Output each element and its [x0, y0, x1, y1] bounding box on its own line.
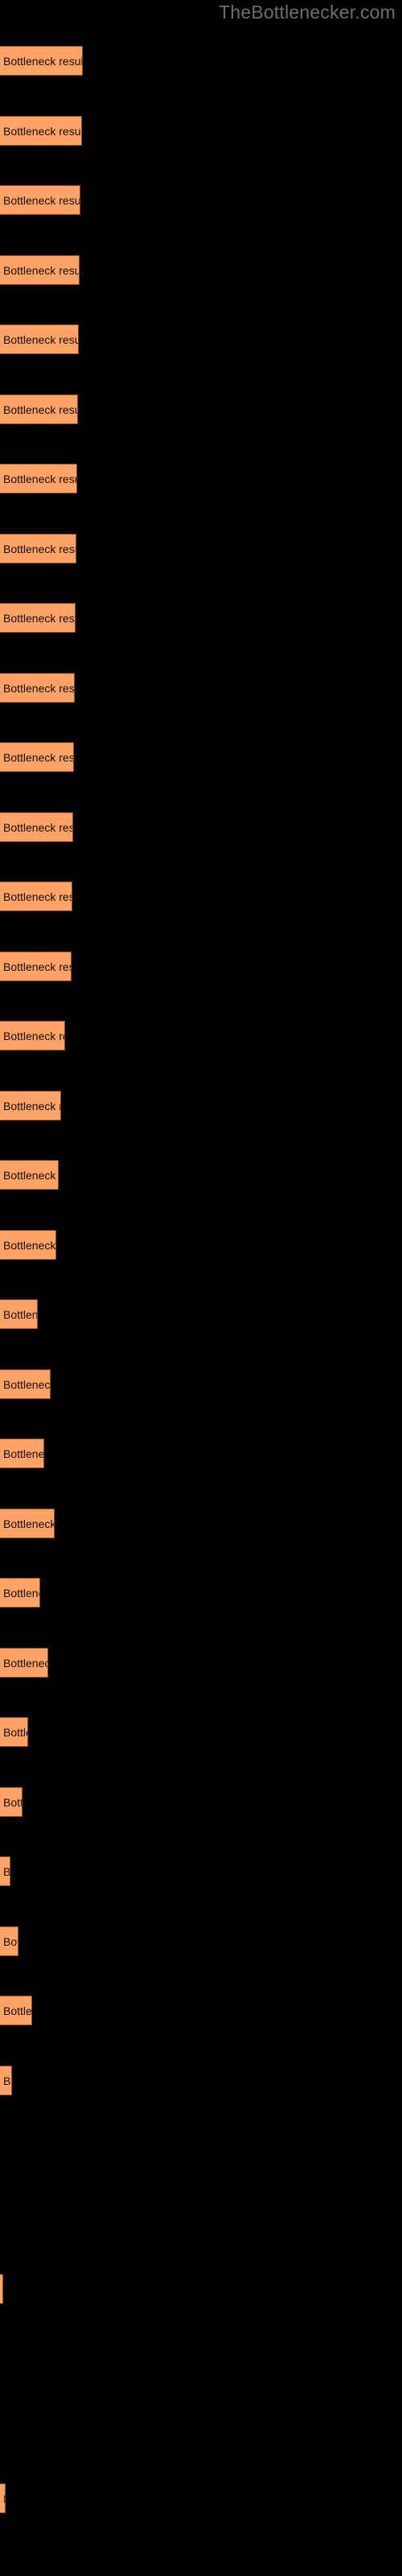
- bar[interactable]: Bottleneck result: [0, 1299, 38, 1329]
- bar-label: Bottleneck result: [3, 1795, 22, 1809]
- bar-label: Bottleneck result: [3, 1308, 38, 1321]
- bar[interactable]: Bottleneck result: [0, 1856, 10, 1886]
- bar-label: Bottleneck result: [3, 1587, 39, 1600]
- bar[interactable]: Bottleneck result: [0, 2065, 12, 2095]
- bar-label: Bottleneck result: [3, 1099, 60, 1113]
- bar-label: Bottleneck result: [3, 751, 74, 764]
- bar[interactable]: Bottleneck result: [0, 254, 80, 285]
- bar[interactable]: Bottleneck result: [0, 1647, 48, 1678]
- bar[interactable]: Bottleneck result: [0, 185, 80, 215]
- bar-label: Bottleneck result: [3, 1517, 55, 1530]
- bar[interactable]: Bottleneck result: [0, 324, 79, 354]
- bar-label: Bottleneck result: [3, 820, 73, 834]
- bar-label: Bottleneck result: [3, 194, 80, 207]
- bar[interactable]: Bottleneck result: [0, 1439, 44, 1468]
- bar[interactable]: Bottleneck result: [0, 46, 83, 76]
- bar[interactable]: Bottleneck result: [0, 2274, 3, 2304]
- bar-label: Bottleneck result: [3, 1656, 47, 1670]
- bar-label: Bottleneck result: [3, 1238, 56, 1252]
- bar-label: Bottleneck result: [3, 681, 75, 695]
- bar[interactable]: Bottleneck result: [0, 464, 77, 493]
- bar-label: Bottleneck result: [3, 1030, 64, 1042]
- bar-label: Bottleneck result: [3, 333, 79, 346]
- bar[interactable]: Bottleneck result: [0, 1578, 40, 1608]
- bar-label: Bottleneck result: [3, 402, 77, 416]
- bar-label: Bottleneck result: [3, 1169, 58, 1182]
- bar-chart-plot-area: Bottleneck result Bottleneck result Bottle…: [0, 0, 402, 2576]
- bar-label: Bottleneck result: [3, 1865, 10, 1878]
- bar-label: Bottleneck result: [3, 960, 71, 973]
- bar[interactable]: Bottleneck result: [0, 1508, 55, 1538]
- bar[interactable]: Bottleneck result: [0, 1090, 61, 1121]
- bar[interactable]: Bottleneck result: [0, 115, 82, 146]
- bar[interactable]: Bottleneck result: [0, 533, 76, 564]
- bar-label: Bottleneck result: [3, 1726, 27, 1739]
- bar[interactable]: Bottleneck result: [0, 1021, 65, 1051]
- bar[interactable]: Bottleneck result: [0, 603, 76, 633]
- bottleneck-chart-root: TheBottlenecker.com Bottleneck result Bot…: [0, 0, 402, 2576]
- bar[interactable]: Bottleneck result: [0, 1160, 59, 1190]
- bar-label: Bottleneck result: [3, 263, 80, 277]
- bar-label: Bottleneck result: [3, 890, 72, 903]
- bar[interactable]: Bottleneck result: [0, 394, 78, 424]
- bar-label: Bottleneck result: [3, 473, 76, 485]
- bar[interactable]: Bottleneck result: [0, 1786, 23, 1817]
- bar[interactable]: Bottleneck result: [0, 742, 74, 772]
- bar[interactable]: Bottleneck result: [0, 811, 73, 842]
- bar-label: Bottleneck result: [3, 2484, 5, 2512]
- bar-label: Bottleneck result: [3, 542, 76, 555]
- bar-label: Bottleneck result: [3, 124, 82, 138]
- bar[interactable]: Bottleneck result: [0, 951, 72, 981]
- bar[interactable]: Bottleneck result: [0, 1368, 51, 1399]
- bar[interactable]: Bottleneck result: [0, 881, 72, 911]
- bar-label: Bottleneck result: [3, 1447, 44, 1460]
- bar-label: Bottleneck result: [3, 2004, 32, 2017]
- bar[interactable]: Bottleneck result: [0, 1229, 56, 1260]
- bar[interactable]: Bottleneck result: [0, 672, 75, 703]
- bar-label: Bottleneck result: [3, 2074, 11, 2087]
- bar-label: Bottleneck result: [3, 612, 75, 625]
- bar[interactable]: Bottleneck result: [0, 1996, 32, 2025]
- bar-label: Bottleneck result: [3, 1377, 51, 1391]
- bar[interactable]: Bottleneck result: [0, 1717, 28, 1747]
- bar[interactable]: Bottleneck result: [0, 1926, 18, 1956]
- bar[interactable]: Bottleneck result: [0, 2483, 6, 2513]
- bar-label: Bottleneck result: [3, 55, 83, 68]
- bar-label: Bottleneck result: [3, 1934, 18, 1948]
